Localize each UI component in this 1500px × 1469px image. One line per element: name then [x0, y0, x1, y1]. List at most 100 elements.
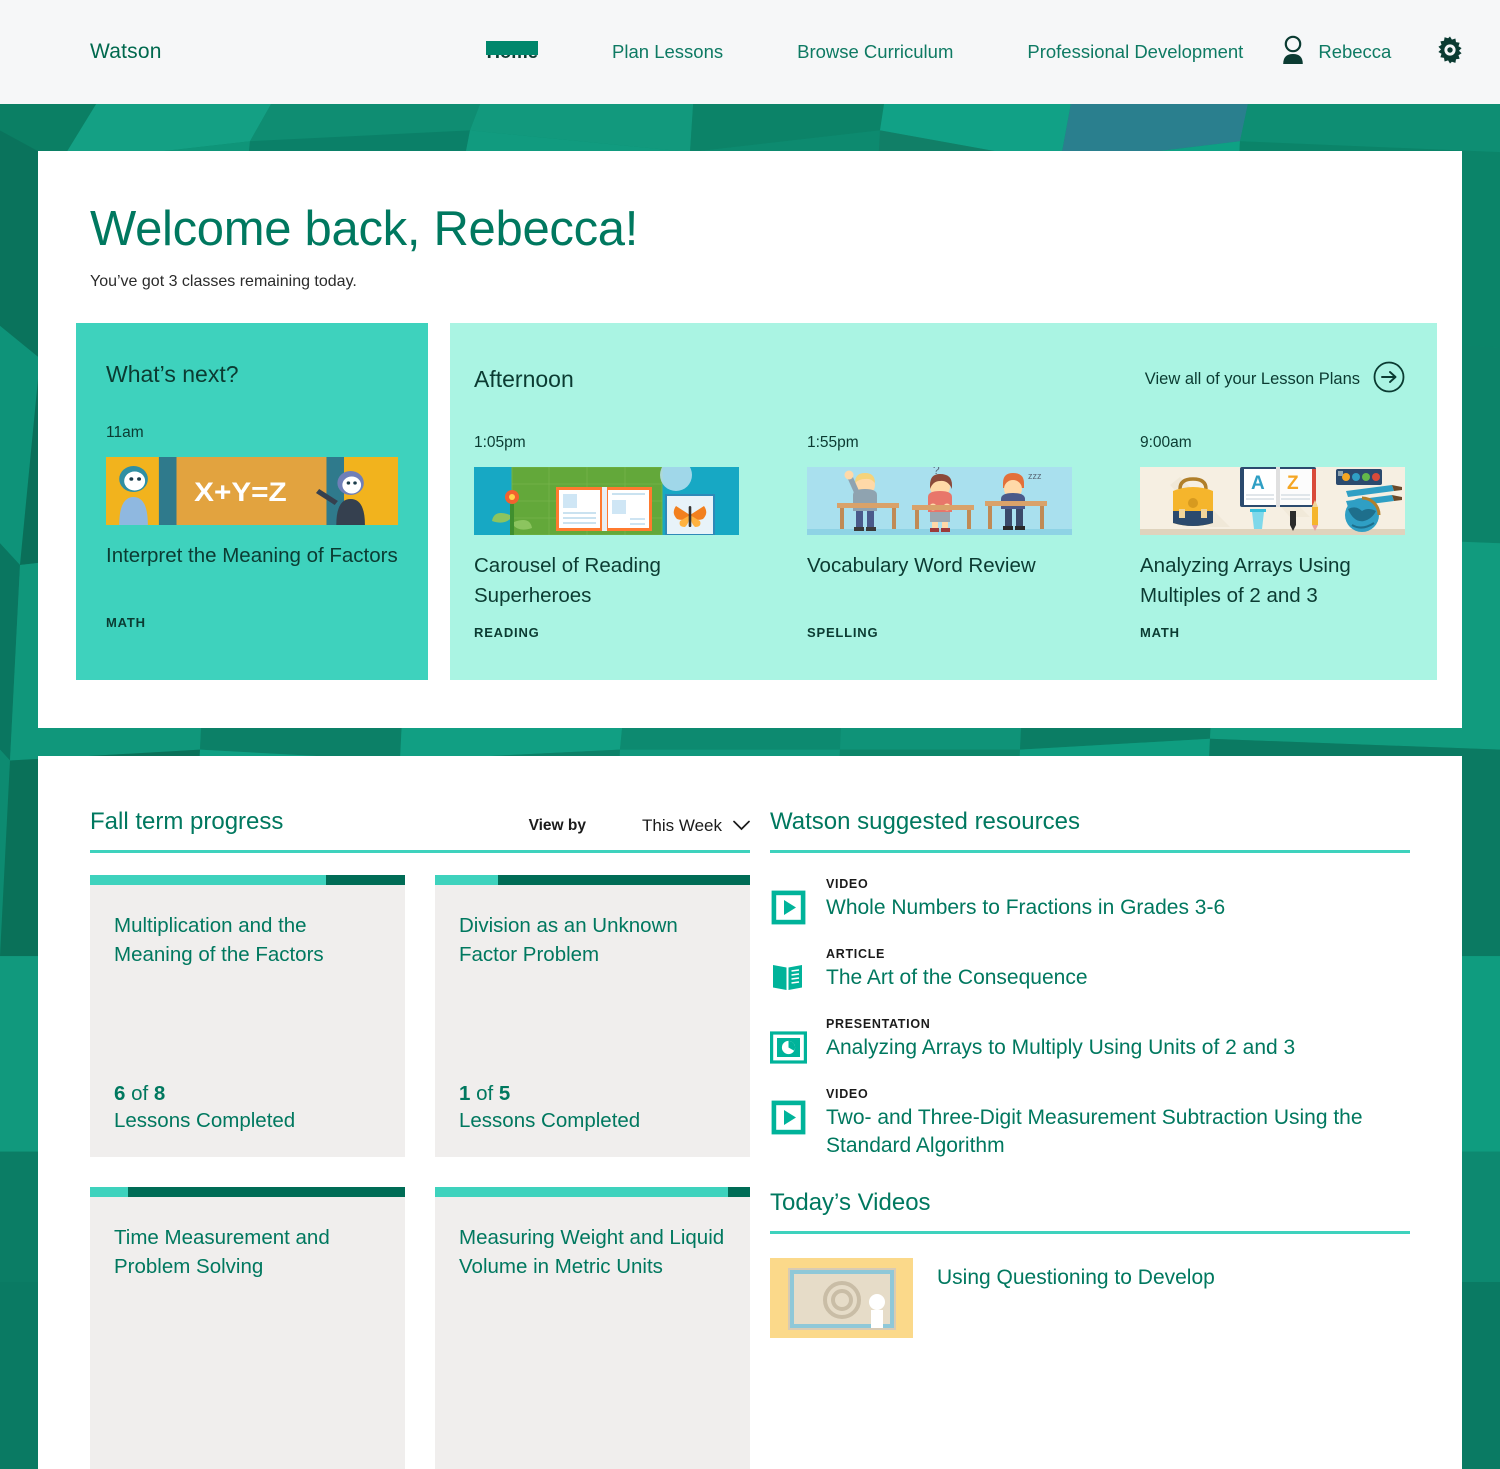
svg-text:A: A — [1251, 473, 1265, 494]
progress-card-title: Multiplication and the Meaning of the Fa… — [114, 913, 324, 967]
schedule-strip: What’s next? 11am X+Y=Z Interpret the Me… — [76, 322, 1437, 680]
page-content: Welcome back, Rebecca! You’ve got 3 clas… — [0, 104, 1500, 1469]
progress-bar — [435, 874, 750, 885]
lesson-time: 1:05pm — [474, 433, 526, 451]
view-by-control: View by This Week — [529, 816, 750, 836]
lesson-card[interactable]: 1:05pm Carousel of Reading Superheroes R… — [474, 434, 739, 640]
nav-item-professional-development-label: Professional Development — [1027, 41, 1244, 62]
welcome-subtitle: You’ve got 3 classes remaining today. — [90, 272, 357, 290]
progress-completed-label: Lessons Completed — [459, 1108, 641, 1132]
lesson-title: Carousel of Reading Superheroes — [474, 553, 661, 607]
resource-item[interactable]: ARTICLE The Art of the Consequence — [770, 947, 1410, 996]
resource-kind: ARTICLE — [826, 946, 886, 961]
play-video-icon — [770, 877, 807, 926]
video-title: Using Questioning to Develop — [937, 1266, 1215, 1290]
progress-completed-value: 1 — [459, 1081, 471, 1105]
progress-card-title: Measuring Weight and Liquid Volume in Me… — [459, 1225, 725, 1279]
progress-card-body: Time Measurement and Problem Solving — [90, 1196, 405, 1469]
progress-bar — [435, 1186, 750, 1197]
progress-card[interactable]: Measuring Weight and Liquid Volume in Me… — [435, 1186, 750, 1469]
math-chalkboard-thumb: X+Y=Z — [106, 456, 398, 525]
video-item[interactable]: Using Questioning to Develop — [770, 1258, 1410, 1339]
progress-section-header: Fall term progress View by This Week — [90, 808, 750, 853]
lesson-subject: READING — [474, 624, 540, 640]
resources-section-title: Watson suggested resources — [770, 807, 1080, 835]
user-menu[interactable]: Rebecca — [1280, 35, 1391, 70]
view-by-dropdown[interactable]: This Week — [642, 816, 750, 836]
progress-card-title: Division as an Unknown Factor Problem — [459, 913, 678, 967]
video-list: Using Questioning to Develop — [770, 1258, 1410, 1339]
progress-of-word: of — [476, 1081, 494, 1105]
resource-item[interactable]: PRESENTATION Analyzing Arrays to Multipl… — [770, 1017, 1410, 1066]
progress-completed-value: 6 — [114, 1081, 126, 1105]
progress-card[interactable]: Time Measurement and Problem Solving — [90, 1186, 405, 1469]
resource-text: ARTICLE The Art of the Consequence — [826, 947, 1088, 992]
nav-item-plan-lessons[interactable]: Plan Lessons — [575, 41, 760, 63]
lesson-time: 1:55pm — [807, 433, 859, 451]
nav-item-browse-curriculum[interactable]: Browse Curriculum — [760, 41, 990, 63]
afternoon-header: Afternoon View all of your Lesson Plans — [474, 361, 1405, 398]
svg-text:?: ? — [933, 467, 940, 477]
resource-title: Analyzing Arrays to Multiply Using Units… — [826, 1035, 1296, 1059]
chevron-down-icon — [733, 816, 750, 836]
progress-card-title: Time Measurement and Problem Solving — [114, 1225, 330, 1279]
lesson-title: Vocabulary Word Review — [807, 553, 1036, 577]
lesson-time: 11am — [106, 423, 144, 441]
afternoon-lesson-list: 1:05pm Carousel of Reading Superheroes R… — [474, 434, 1405, 640]
videos-section-header: Today’s Videos — [770, 1189, 1410, 1235]
progress-count: 1 of 5 — [459, 1082, 726, 1106]
resource-title: Whole Numbers to Fractions in Grades 3-6 — [826, 895, 1226, 919]
lesson-subject: SPELLING — [807, 624, 879, 640]
nav-item-plan-lessons-label: Plan Lessons — [612, 41, 724, 62]
nav-item-browse-curriculum-label: Browse Curriculum — [797, 41, 954, 62]
students-at-desks-thumb: ? zzz — [807, 466, 1072, 535]
top-navigation-bar: Watson Home Plan Lessons Browse Curricul… — [0, 0, 1500, 104]
resource-title: The Art of the Consequence — [826, 965, 1088, 989]
lesson-time: 9:00am — [1140, 433, 1192, 451]
resource-text: PRESENTATION Analyzing Arrays to Multipl… — [826, 1017, 1295, 1062]
progress-card-body: Division as an Unknown Factor Problem 1 … — [435, 884, 750, 1157]
whats-next-lesson[interactable]: 11am X+Y=Z Interpret the Meaning of Fact… — [106, 424, 398, 630]
dashboard-lower-panel: Fall term progress View by This Week Mul… — [38, 755, 1462, 1469]
resource-kind: VIDEO — [826, 1086, 869, 1101]
view-by-value: This Week — [642, 815, 722, 835]
whats-next-header: What’s next? — [106, 361, 398, 388]
suggested-resources-section: Watson suggested resources VIDEO Whole N… — [770, 808, 1410, 1469]
welcome-panel: Welcome back, Rebecca! You’ve got 3 clas… — [38, 151, 1462, 728]
article-book-icon — [770, 947, 807, 996]
lesson-card[interactable]: 1:55pm ? zzz Vocabulary Word Review SPEL… — [807, 434, 1072, 640]
view-by-label: View by — [528, 816, 586, 834]
gear-icon[interactable] — [1435, 35, 1465, 70]
lesson-title: Analyzing Arrays Using Multiples of 2 an… — [1140, 553, 1351, 607]
resource-kind: PRESENTATION — [826, 1016, 931, 1031]
questioning-video-thumb — [770, 1258, 913, 1339]
progress-card[interactable]: Division as an Unknown Factor Problem 1 … — [435, 874, 750, 1157]
presentation-chart-icon — [770, 1017, 807, 1066]
resource-title: Two- and Three-Digit Measurement Subtrac… — [826, 1105, 1363, 1157]
progress-total-value: 5 — [498, 1081, 511, 1105]
primary-nav: Home Plan Lessons Browse Curriculum Prof… — [450, 41, 1281, 63]
nav-item-home[interactable]: Home — [450, 41, 575, 63]
resource-text: VIDEO Whole Numbers to Fractions in Grad… — [826, 877, 1225, 922]
nav-right-group: Rebecca — [1280, 35, 1465, 70]
view-all-lesson-plans-link[interactable]: View all of your Lesson Plans — [1145, 361, 1405, 398]
lesson-subject: MATH — [106, 614, 146, 630]
resource-text: VIDEO Two- and Three-Digit Measurement S… — [826, 1087, 1410, 1159]
svg-text:zzz: zzz — [1028, 471, 1042, 481]
progress-card-grid: Multiplication and the Meaning of the Fa… — [90, 874, 750, 1469]
progress-bar — [90, 874, 405, 885]
user-icon — [1280, 35, 1306, 70]
resource-item[interactable]: VIDEO Two- and Three-Digit Measurement S… — [770, 1087, 1410, 1159]
progress-completed-label: Lessons Completed — [114, 1108, 296, 1132]
progress-card[interactable]: Multiplication and the Meaning of the Fa… — [90, 874, 405, 1157]
app-brand[interactable]: Watson — [90, 40, 162, 64]
svg-text:X+Y=Z: X+Y=Z — [194, 477, 287, 507]
page-title: Welcome back, Rebecca! — [90, 202, 639, 256]
active-tab-indicator — [486, 41, 539, 55]
user-name-label: Rebecca — [1318, 41, 1392, 62]
whats-next-title: What’s next? — [106, 360, 239, 387]
lesson-card[interactable]: 9:00am A Z Analyzing Arrays Using Multip… — [1140, 434, 1405, 640]
resource-item[interactable]: VIDEO Whole Numbers to Fractions in Grad… — [770, 877, 1410, 926]
welcome-panel-footer-space — [38, 679, 1462, 728]
nav-item-professional-development[interactable]: Professional Development — [990, 41, 1280, 63]
